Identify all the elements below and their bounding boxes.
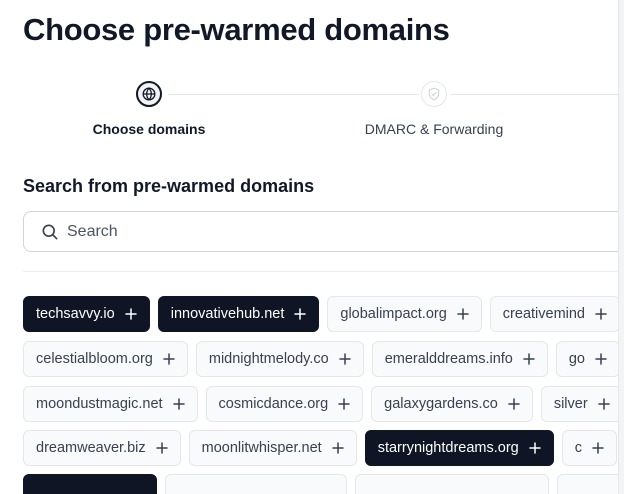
domain-chip[interactable] xyxy=(165,474,347,494)
plus-icon xyxy=(294,308,307,320)
plus-icon xyxy=(528,442,541,454)
shield-check-icon xyxy=(428,87,440,101)
plus-icon xyxy=(508,398,520,410)
plus-icon xyxy=(457,308,469,320)
plus-icon xyxy=(595,353,607,365)
domain-chip-label: techsavvy.io xyxy=(36,306,115,322)
plus-icon xyxy=(338,398,350,410)
domain-chip-label: galaxygardens.co xyxy=(384,396,498,412)
stepper-connector xyxy=(168,94,419,95)
domain-chip-label: celestialbloom.org xyxy=(36,351,153,367)
domain-chip[interactable]: go xyxy=(555,341,618,377)
plus-icon xyxy=(338,353,351,365)
search-input[interactable] xyxy=(67,213,607,250)
plus-icon xyxy=(172,398,185,410)
plus-icon xyxy=(595,308,607,320)
section-title: Search from pre-warmed domains xyxy=(23,176,315,196)
globe-icon xyxy=(142,87,156,101)
step-choose-domains[interactable] xyxy=(136,81,162,107)
panel-scroll-edge xyxy=(618,0,624,494)
domain-chip[interactable] xyxy=(355,474,549,494)
domain-chip[interactable]: emeralddreams.info xyxy=(371,341,548,377)
domain-picker-panel: Choose pre-warmed domains Choose domains… xyxy=(0,0,618,494)
plus-icon xyxy=(592,442,604,454)
domain-chip[interactable]: c xyxy=(561,430,617,466)
domain-chip-label: midnightmelody.co xyxy=(208,351,329,367)
domain-chip[interactable]: celestialbloom.org xyxy=(23,341,188,377)
chip-row: techsavvy.io innovativehub.net globalimp… xyxy=(23,296,618,332)
domain-chip[interactable]: galaxygardens.co xyxy=(371,386,533,422)
domain-chip[interactable]: innovativehub.net xyxy=(157,296,320,332)
plus-icon xyxy=(155,442,168,454)
stepper-connector xyxy=(451,94,618,95)
domain-chip[interactable]: dreamweaver.biz xyxy=(23,430,181,466)
domain-chip-label: c xyxy=(574,440,582,456)
plus-icon xyxy=(124,308,137,320)
plus-icon xyxy=(331,442,344,454)
plus-icon xyxy=(523,353,535,365)
step-dmarc-forwarding[interactable] xyxy=(421,81,447,107)
plus-icon xyxy=(597,398,610,410)
domain-chip-label: go xyxy=(568,351,585,367)
domain-chip-label: creativemind xyxy=(502,306,585,322)
domain-chip[interactable] xyxy=(557,474,618,494)
domain-chip-label: moondustmagic.net xyxy=(36,396,163,412)
domain-chip[interactable]: silver xyxy=(540,386,618,422)
chip-row xyxy=(23,474,618,494)
chip-row: celestialbloom.org midnightmelody.co eme… xyxy=(23,341,618,377)
domain-chip-label: globalimpact.org xyxy=(340,306,447,322)
domain-chip-label: starrynightdreams.org xyxy=(377,440,519,456)
domain-chip[interactable] xyxy=(23,474,157,494)
chip-row: dreamweaver.biz moonlitwhisper.net starr… xyxy=(23,430,617,466)
domain-chip-label: dreamweaver.biz xyxy=(36,440,146,456)
domain-chip[interactable]: cosmicdance.org xyxy=(205,386,364,422)
search-box xyxy=(23,211,618,252)
domain-chip-label: emeralddreams.info xyxy=(384,351,513,367)
domain-chip[interactable]: techsavvy.io xyxy=(23,296,150,332)
domain-chip[interactable]: globalimpact.org xyxy=(327,296,482,332)
domain-chip[interactable]: moondustmagic.net xyxy=(23,386,198,422)
chip-row: moondustmagic.net cosmicdance.org galaxy… xyxy=(23,386,618,422)
domain-chip-label: innovativehub.net xyxy=(170,306,285,322)
domain-chip[interactable]: creativemind xyxy=(489,296,618,332)
search-icon xyxy=(42,224,58,240)
page-title: Choose pre-warmed domains xyxy=(23,12,450,47)
step-label-dmarc-forwarding: DMARC & Forwarding xyxy=(364,121,504,137)
domain-chip[interactable]: moonlitwhisper.net xyxy=(188,430,357,466)
step-label-choose-domains: Choose domains xyxy=(92,121,206,137)
domain-chip-label: moonlitwhisper.net xyxy=(201,440,322,456)
plus-icon xyxy=(163,353,175,365)
domain-chip-label: silver xyxy=(553,396,588,412)
domain-chip[interactable]: midnightmelody.co xyxy=(195,341,364,377)
domain-chip-label: cosmicdance.org xyxy=(218,396,329,412)
divider xyxy=(23,271,618,272)
domain-chip[interactable]: starrynightdreams.org xyxy=(364,430,554,466)
